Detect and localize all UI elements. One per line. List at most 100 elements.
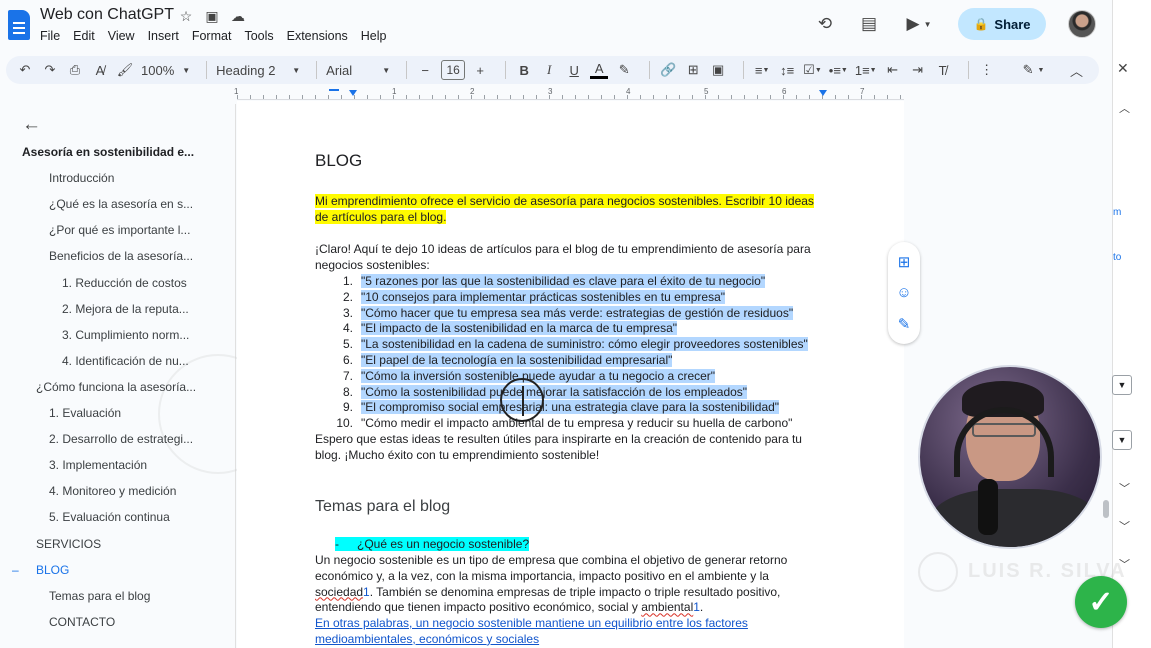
line-spacing-icon[interactable]: ↕≡ [778,59,796,81]
chevron-down-icon[interactable]: ﹀ [1119,480,1130,496]
version-history-icon[interactable]: ⟲ [814,13,836,35]
closing-paragraph: Espero que estas ideas te resulten útile… [315,432,802,462]
outline-item[interactable]: BLOG [36,563,69,577]
style-select[interactable]: Heading 2 ▼ [216,59,300,81]
emoji-reaction-icon[interactable]: ☺ [896,284,911,301]
account-avatar[interactable] [1068,10,1096,38]
menu-view[interactable]: View [108,29,143,43]
outline-item[interactable]: Beneficios de la asesoría... [49,249,193,263]
italic-icon[interactable]: I [540,59,558,81]
outline-item[interactable]: CONTACTO [49,615,115,629]
document-title[interactable]: Web con ChatGPT [40,6,174,24]
align-icon[interactable]: ≡ ▼ [753,59,771,81]
chevron-up-icon[interactable]: ︿ [1119,100,1130,116]
increase-font-size-icon[interactable]: + [471,59,489,81]
left-indent-marker[interactable] [349,90,357,96]
zoom-select[interactable]: 100% ▼ [141,59,190,81]
outline-item[interactable]: Asesoría en sostenibilidad e... [22,145,194,159]
outline-item[interactable]: ¿Qué es la asesoría en s... [49,197,193,211]
document-page[interactable]: BLOG Mi emprendimiento ofrece el servici… [237,101,904,648]
menu-help[interactable]: Help [361,29,395,43]
checkmark-icon: ✓ [1075,576,1127,628]
redo-icon[interactable]: ↷ [41,59,59,81]
add-comment-icon[interactable]: ⊞ [684,59,702,81]
editing-mode-icon[interactable]: ✎ ▼ [1023,59,1045,81]
text-color-icon[interactable]: A [590,61,609,79]
menu-bar: File Edit View Insert Format Tools Exten… [40,29,400,43]
link-paragraph[interactable]: En otras palabras, un negocio sostenible… [315,616,820,648]
clear-formatting-icon[interactable]: T̸ [934,59,952,81]
blog-heading: BLOG [315,151,363,170]
menu-tools[interactable]: Tools [244,29,281,43]
spellcheck-icon[interactable]: A̸ [91,59,109,81]
suggest-edits-icon[interactable]: ✎ [898,315,911,333]
undo-icon[interactable]: ↶ [16,59,34,81]
idea-list-item: 9. "El compromiso social empresarial: una… [342,400,780,415]
chevron-down-icon: ▼ [382,65,391,75]
outline-item[interactable]: ¿Por qué es importante l... [49,223,190,237]
outline-item[interactable]: Introducción [49,171,114,185]
cloud-status-icon[interactable]: ☁ [230,8,246,25]
floating-actions: ⊞ ☺ ✎ [888,242,920,344]
menu-insert[interactable]: Insert [148,29,187,43]
idea-list-item: 4. "El impacto de la sostenibilidad en la… [342,321,678,336]
menu-extensions[interactable]: Extensions [287,29,356,43]
back-arrow-icon[interactable]: ← [22,114,41,136]
outline-item[interactable]: ¿Cómo funciona la asesoría... [36,380,196,394]
print-icon[interactable]: ⎙ [66,59,84,81]
move-folder-icon[interactable]: ▣ [204,8,220,25]
outline-item[interactable]: 3. Cumplimiento norm... [62,328,189,342]
insert-image-icon[interactable]: ▣ [709,59,727,81]
idea-list-item: 6. "El papel de la tecnología en la soste… [342,353,673,367]
document-outline: ← Asesoría en sostenibilidad e... Introdu… [0,104,278,648]
close-icon[interactable]: ✕ [1117,60,1129,77]
highlight-color-icon[interactable]: ✎ [615,59,633,81]
outline-item[interactable]: 4. Monitoreo y medición [49,484,176,498]
menu-format[interactable]: Format [192,29,240,43]
current-section-marker: – [12,562,19,577]
bold-icon[interactable]: B [515,59,533,81]
outline-item[interactable]: 1. Reducción de costos [62,276,187,290]
chevron-down-icon: ▼ [182,65,191,75]
outline-item[interactable]: 4. Identificación de nu... [62,354,189,368]
menu-file[interactable]: File [40,29,68,43]
outline-item[interactable]: 2. Desarrollo de estrategi... [49,432,193,446]
right-indent-marker[interactable] [819,90,827,96]
outline-item[interactable]: 2. Mejora de la reputa... [62,302,189,316]
outline-item[interactable]: Temas para el blog [49,589,150,603]
meet-video-icon[interactable]: ▶ ▼ [902,13,936,35]
panel-dropdown[interactable]: ▼ [1112,430,1132,450]
numbered-list-icon[interactable]: 1≡ ▼ [855,59,877,81]
outline-item[interactable]: SERVICIOS [36,537,101,551]
insert-link-icon[interactable]: 🔗 [659,59,677,81]
outline-item[interactable]: 1. Evaluación [49,406,121,420]
chevron-down-icon[interactable]: ﹀ [1119,518,1130,534]
share-button[interactable]: 🔒 Share [958,8,1046,40]
definition-paragraph: Un negocio sostenible es un tipo de empr… [315,553,788,615]
collapse-toolbar-icon[interactable]: ︿ [1067,59,1085,81]
ruler[interactable]: 1 1 2 3 4 5 6 7 [234,87,904,100]
checklist-icon[interactable]: ☑ ▼ [803,59,822,81]
font-select[interactable]: Arial ▼ [326,59,390,81]
scrollbar-thumb[interactable] [1103,500,1109,518]
docs-logo-icon[interactable] [8,10,30,40]
idea-list-item: 10. "Cómo medir el impacto ambiental de t… [336,416,793,431]
first-line-indent-marker[interactable] [329,89,339,91]
add-comment-icon[interactable]: ⊞ [898,253,911,271]
font-size-input[interactable]: 16 [441,60,466,80]
menu-edit[interactable]: Edit [73,29,103,43]
star-icon[interactable]: ☆ [178,8,194,25]
increase-indent-icon[interactable]: ⇥ [909,59,927,81]
panel-dropdown[interactable]: ▼ [1112,375,1132,395]
comments-icon[interactable]: ▤ [858,13,880,35]
more-options-icon[interactable]: ⋮ [978,59,996,81]
decrease-font-size-icon[interactable]: − [416,59,434,81]
decrease-indent-icon[interactable]: ⇤ [884,59,902,81]
bulleted-list-icon[interactable]: •≡ ▼ [829,59,848,81]
paint-format-icon[interactable]: 🖌 [116,59,134,81]
underline-icon[interactable]: U [565,59,583,81]
lock-icon: 🔒 [973,17,989,31]
outline-item[interactable]: 5. Evaluación continua [49,510,170,524]
outline-item[interactable]: 3. Implementación [49,458,147,472]
text-cursor-icon [500,378,544,422]
